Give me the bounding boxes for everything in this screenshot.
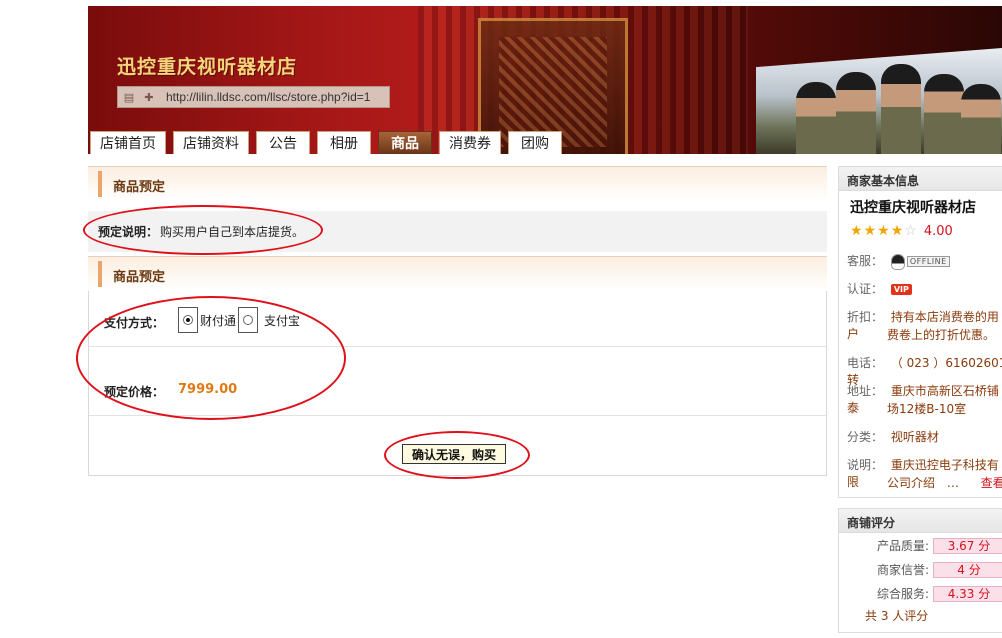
shop-url[interactable]: http://lilin.lldsc.com/llsc/store.php?id… xyxy=(166,90,370,104)
cert-label: 认证： xyxy=(847,282,884,296)
rating-row-credit: 商家信誉: 4 分 xyxy=(847,561,1002,578)
address-label: 地址： xyxy=(847,384,884,398)
penguin-icon xyxy=(890,253,905,270)
annotation-circle xyxy=(76,296,346,420)
vip-badge: VIP xyxy=(890,284,912,295)
desc-row-cont: 公司介绍 … 查看 xyxy=(887,474,1002,491)
desc-ellipsis: … xyxy=(946,476,959,490)
star-icon: ★ xyxy=(850,223,863,239)
reserve-note-title: 商品预定 xyxy=(113,180,166,195)
rating-total: 共 3 人评分 xyxy=(865,609,929,623)
phone-label: 电话： xyxy=(847,356,884,370)
shop-url-bar: ▤ ✚ http://lilin.lldsc.com/llsc/store.ph… xyxy=(117,86,390,108)
tab-products[interactable]: 商品 xyxy=(378,131,432,154)
section-accent-bar xyxy=(98,171,102,197)
service-label: 客服： xyxy=(847,254,884,268)
category-row: 分类： 视听器材 xyxy=(847,428,939,445)
banner-figure xyxy=(881,64,921,154)
shop-rating-title: 商铺评分 xyxy=(839,509,1002,533)
rating-score: 4.00 xyxy=(923,223,953,239)
add-favorite-icon[interactable]: ✚ xyxy=(142,90,156,104)
desc-value: 公司介绍 xyxy=(887,476,936,490)
service-row: 客服： OFFLINE xyxy=(847,252,950,270)
merchant-rating: ★ ★ ★ ★ ☆ 4.00 xyxy=(850,223,953,239)
merchant-info-title: 商家基本信息 xyxy=(839,167,1002,191)
address-row-cont: 场12楼B-10室 xyxy=(887,400,966,417)
banner-movie-screen xyxy=(756,48,1002,154)
desc-label: 说明： xyxy=(847,458,884,472)
rating-label: 商家信誉: xyxy=(876,563,929,577)
rating-label: 综合服务: xyxy=(876,587,929,601)
view-more-link[interactable]: 查看 xyxy=(981,476,1002,490)
discount-label: 折扣： xyxy=(847,310,884,324)
rating-row-service: 综合服务: 4.33 分 xyxy=(847,585,1002,602)
shop-rating-panel: 商铺评分 产品质量: 3.67 分 商家信誉: 4 分 综合服务: 4.33 分… xyxy=(838,508,1002,633)
rating-value: 4 分 xyxy=(933,561,1002,578)
tab-album[interactable]: 相册 xyxy=(317,131,371,154)
reserve-note-header: 商品预定 xyxy=(88,166,827,201)
rating-value: 4.33 分 xyxy=(933,585,1002,602)
order-title: 商品预定 xyxy=(113,270,166,285)
star-icon: ★ xyxy=(877,223,890,239)
star-empty-icon: ☆ xyxy=(904,223,917,239)
address-value: 场12楼B-10室 xyxy=(887,402,967,416)
shop-nav-tabs: 店铺首页 店铺资料 公告 相册 商品 消费券 团购 xyxy=(90,131,562,154)
annotation-circle xyxy=(83,205,323,255)
tab-coupons[interactable]: 消费券 xyxy=(439,131,501,154)
banner-figure xyxy=(836,72,876,154)
section-accent-bar xyxy=(98,261,102,287)
category-value[interactable]: 视听器材 xyxy=(891,430,939,444)
tab-announcement[interactable]: 公告 xyxy=(256,131,310,154)
copy-icon[interactable]: ▤ xyxy=(122,90,136,104)
category-label: 分类： xyxy=(847,430,884,444)
shop-title: 迅控重庆视听器材店 xyxy=(117,56,298,78)
merchant-info-panel: 商家基本信息 迅控重庆视听器材店 ★ ★ ★ ★ ☆ 4.00 客服： OFFL… xyxy=(838,166,1002,498)
banner-figure xyxy=(924,74,964,154)
rating-row-quality: 产品质量: 3.67 分 xyxy=(847,537,1002,554)
tab-group-buy[interactable]: 团购 xyxy=(508,131,562,154)
qq-service[interactable]: OFFLINE xyxy=(890,253,950,270)
banner-figure xyxy=(961,84,1001,154)
star-icon: ★ xyxy=(890,223,904,239)
star-icon: ★ xyxy=(863,223,877,239)
banner-figure xyxy=(796,82,836,154)
tab-home[interactable]: 店铺首页 xyxy=(90,131,166,154)
merchant-name[interactable]: 迅控重庆视听器材店 xyxy=(850,197,976,217)
service-status: OFFLINE xyxy=(906,256,950,267)
discount-text: 费卷上的打折优惠。 xyxy=(887,328,996,342)
order-header: 商品预定 xyxy=(88,256,827,291)
annotation-circle xyxy=(384,431,530,479)
rating-value: 3.67 分 xyxy=(933,537,1002,554)
cert-row: 认证： VIP xyxy=(847,280,912,297)
tab-profile[interactable]: 店铺资料 xyxy=(173,131,249,154)
rating-label: 产品质量: xyxy=(876,539,929,553)
discount-row-cont: 费卷上的打折优惠。 xyxy=(887,326,995,343)
